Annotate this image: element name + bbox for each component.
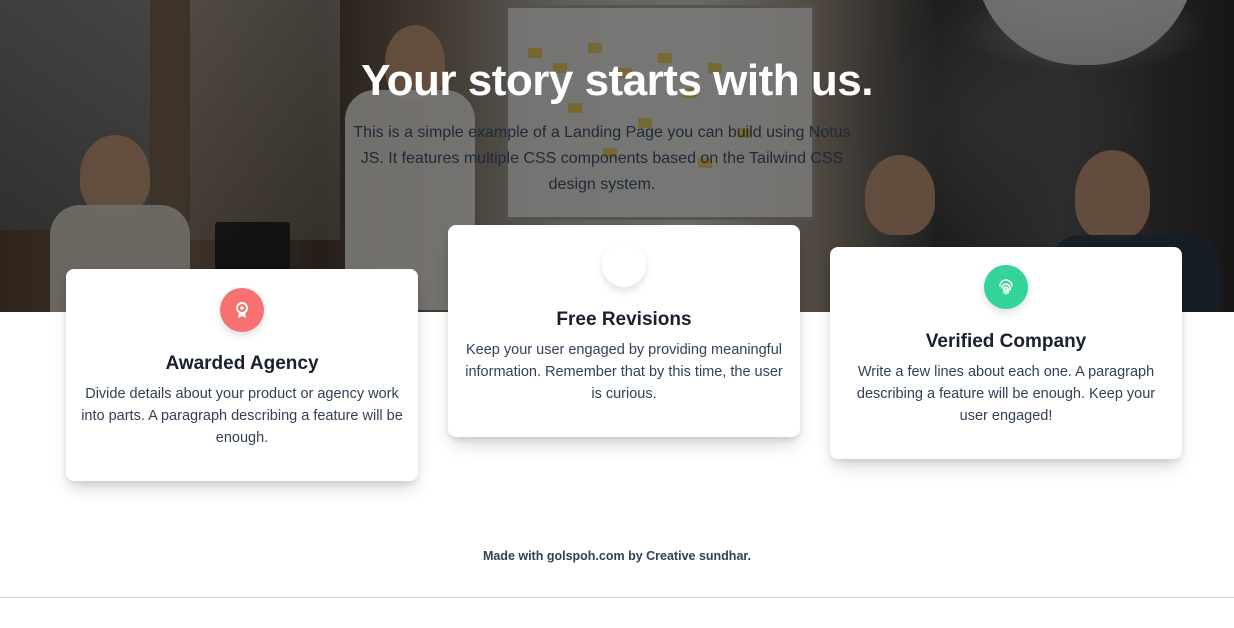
feature-description: Write a few lines about each one. A para… bbox=[856, 364, 1156, 424]
feature-card-free-revisions: Free Revisions Keep your user engaged by… bbox=[448, 225, 800, 437]
feature-description: Keep your user engaged by providing mean… bbox=[465, 342, 783, 402]
feature-title: Awarded Agency bbox=[165, 353, 319, 374]
hero-subtitle: This is a simple example of a Landing Pa… bbox=[353, 124, 851, 193]
feature-card-verified-company: Verified Company Write a few lines about… bbox=[830, 247, 1182, 459]
award-icon bbox=[220, 288, 264, 332]
feature-title: Free Revisions bbox=[556, 309, 692, 330]
feature-card-awarded-agency: Awarded Agency Divide details about your… bbox=[66, 269, 418, 481]
fingerprint-icon bbox=[984, 265, 1028, 309]
footer-divider bbox=[0, 597, 1234, 598]
footer-credit: Made with golspoh.com by Creative sundha… bbox=[482, 549, 752, 563]
feature-description: Divide details about your product or age… bbox=[81, 386, 403, 446]
revisions-icon bbox=[602, 243, 646, 287]
feature-title: Verified Company bbox=[925, 331, 1087, 352]
hero-title: Your story starts with us. bbox=[361, 56, 873, 105]
